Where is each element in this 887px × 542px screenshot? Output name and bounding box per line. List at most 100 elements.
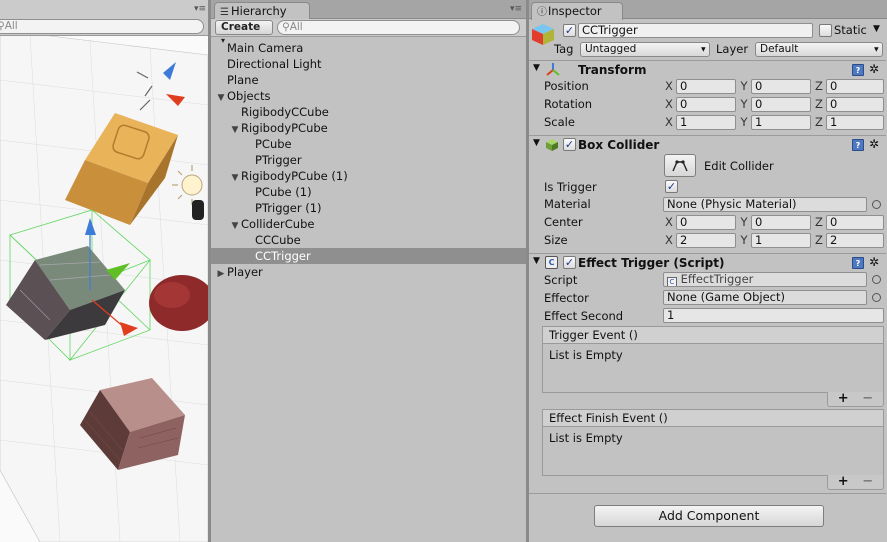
create-button[interactable]: Create ▾ bbox=[215, 20, 273, 45]
finish-event-plus-minus: + − bbox=[827, 475, 884, 490]
add-icon[interactable]: + bbox=[838, 474, 849, 489]
size-y-field[interactable]: 1 bbox=[751, 233, 811, 248]
divider bbox=[529, 493, 886, 494]
scene-view[interactable]: ▾≡ ⚲All bbox=[0, 0, 208, 542]
edit-collider-icon bbox=[672, 160, 688, 172]
add-icon[interactable]: + bbox=[838, 391, 849, 406]
object-picker-icon[interactable] bbox=[872, 275, 881, 284]
hierarchy-item[interactable]: PCube bbox=[211, 136, 526, 152]
foldout-expanded-icon[interactable]: ▼ bbox=[229, 218, 241, 234]
hierarchy-item[interactable]: PTrigger (1) bbox=[211, 200, 526, 216]
hierarchy-item-label: PTrigger bbox=[255, 153, 302, 167]
layer-dropdown[interactable]: Default bbox=[755, 42, 883, 57]
effect-second-label: Effect Second bbox=[544, 309, 624, 323]
scale-x-field[interactable]: 1 bbox=[676, 115, 736, 130]
help-book-icon[interactable]: ? bbox=[852, 64, 864, 76]
hierarchy-item-label: CCTrigger bbox=[255, 249, 311, 263]
foldout-arrow-icon[interactable]: ▼ bbox=[533, 63, 540, 73]
effect-second-field[interactable]: 1 bbox=[663, 308, 884, 323]
hierarchy-item-label: Plane bbox=[227, 73, 259, 87]
foldout-collapsed-icon[interactable]: ▶ bbox=[215, 266, 227, 282]
scene-canvas[interactable] bbox=[0, 0, 208, 542]
object-picker-icon[interactable] bbox=[872, 200, 881, 209]
center-z-field[interactable]: 0 bbox=[826, 215, 884, 230]
foldout-arrow-icon[interactable]: ▼ bbox=[533, 256, 540, 266]
size-z-field[interactable]: 2 bbox=[826, 233, 884, 248]
foldout-expanded-icon[interactable]: ▼ bbox=[229, 122, 241, 138]
hierarchy-item[interactable]: ▼ RigibodyPCube (1) bbox=[211, 168, 526, 184]
help-book-icon[interactable]: ? bbox=[852, 139, 864, 151]
hierarchy-toolbar: Create ▾ ⚲All bbox=[211, 19, 526, 45]
foldout-expanded-icon[interactable]: ▼ bbox=[215, 90, 227, 106]
hierarchy-item[interactable]: RigibodyCCube bbox=[211, 104, 526, 120]
hierarchy-item[interactable]: ▼ Objects bbox=[211, 88, 526, 104]
hierarchy-item[interactable]: ▶ Player bbox=[211, 264, 526, 280]
object-name-field[interactable]: CCTrigger bbox=[578, 23, 813, 38]
transform-icon bbox=[546, 62, 560, 76]
hierarchy-item-label: PTrigger (1) bbox=[255, 201, 322, 215]
object-picker-icon[interactable] bbox=[872, 293, 881, 302]
hierarchy-item[interactable]: Plane bbox=[211, 72, 526, 88]
hierarchy-item[interactable]: Main Camera bbox=[211, 40, 526, 56]
effect-trigger-enabled-checkbox[interactable]: ✓ bbox=[563, 256, 576, 269]
center-y-field[interactable]: 0 bbox=[751, 215, 811, 230]
trigger-event-title: Trigger Event () bbox=[543, 327, 883, 344]
box-collider-header[interactable]: ▼ ✓ Box Collider ? ✲ bbox=[529, 137, 886, 155]
foldout-arrow-icon[interactable]: ▼ bbox=[533, 138, 540, 148]
foldout-expanded-icon[interactable]: ▼ bbox=[229, 170, 241, 186]
scale-z-field[interactable]: 1 bbox=[826, 115, 884, 130]
static-checkbox[interactable] bbox=[819, 24, 832, 37]
remove-icon[interactable]: − bbox=[862, 474, 873, 489]
trigger-event-plus-minus: + − bbox=[827, 392, 884, 407]
trigger-event-list: Trigger Event () List is Empty bbox=[542, 326, 884, 393]
remove-icon[interactable]: − bbox=[862, 391, 873, 406]
hierarchy-item[interactable]: PTrigger bbox=[211, 152, 526, 168]
tab-inspector[interactable]: ⓘInspector bbox=[531, 2, 623, 20]
static-dropdown-icon[interactable]: ▼ bbox=[873, 24, 880, 34]
add-component-button[interactable]: Add Component bbox=[594, 505, 824, 527]
gear-icon[interactable]: ✲ bbox=[868, 138, 880, 150]
effect-trigger-header[interactable]: ▼ C ✓ Effect Trigger (Script) ? ✲ bbox=[529, 255, 886, 273]
tag-dropdown[interactable]: Untagged bbox=[580, 42, 710, 57]
is-trigger-checkbox[interactable]: ✓ bbox=[665, 180, 678, 193]
transform-header[interactable]: ▼ Transform ? ✲ bbox=[529, 62, 886, 80]
y-axis-label: Y bbox=[740, 233, 748, 247]
effector-field[interactable]: None (Game Object) bbox=[663, 290, 867, 305]
gear-icon[interactable]: ✲ bbox=[868, 256, 880, 268]
rotation-y-field[interactable]: 0 bbox=[751, 97, 811, 112]
hierarchy-item[interactable]: ▼ ColliderCube bbox=[211, 216, 526, 232]
box-collider-enabled-checkbox[interactable]: ✓ bbox=[563, 138, 576, 151]
directional-light-icon[interactable] bbox=[181, 174, 203, 196]
hierarchy-item[interactable]: ▼ RigibodyPCube bbox=[211, 120, 526, 136]
hierarchy-item[interactable]: CCTrigger bbox=[211, 248, 526, 264]
hierarchy-tree: Main Camera Directional Light Plane ▼ Object… bbox=[211, 40, 526, 280]
hierarchy-search-input[interactable]: ⚲All bbox=[277, 20, 520, 35]
menu-icon[interactable]: ▾≡ bbox=[510, 4, 522, 14]
scale-y-field[interactable]: 1 bbox=[751, 115, 811, 130]
position-y-field[interactable]: 0 bbox=[751, 79, 811, 94]
size-x-field[interactable]: 2 bbox=[676, 233, 736, 248]
hierarchy-item[interactable]: PCube (1) bbox=[211, 184, 526, 200]
material-field[interactable]: None (Physic Material) bbox=[663, 197, 867, 212]
rotation-x-field[interactable]: 0 bbox=[676, 97, 736, 112]
position-x-field[interactable]: 0 bbox=[676, 79, 736, 94]
tab-hierarchy[interactable]: ☰ Hierarchy bbox=[214, 2, 310, 20]
center-x-field[interactable]: 0 bbox=[676, 215, 736, 230]
hierarchy-item[interactable]: Directional Light bbox=[211, 56, 526, 72]
hierarchy-item[interactable]: CCCube bbox=[211, 232, 526, 248]
edit-collider-button[interactable] bbox=[664, 154, 696, 177]
active-checkbox[interactable]: ✓ bbox=[563, 24, 576, 37]
z-axis-label: Z bbox=[815, 79, 823, 93]
rotation-row: Rotation X 0 Y 0 Z 0 bbox=[529, 97, 887, 113]
finish-event-title: Effect Finish Event () bbox=[543, 410, 883, 427]
gear-icon[interactable]: ✲ bbox=[868, 63, 880, 75]
y-axis-label: Y bbox=[740, 115, 748, 129]
script-field[interactable]: C EffectTrigger bbox=[663, 272, 867, 287]
menu-icon[interactable]: ▾≡ bbox=[194, 4, 206, 14]
scene-search-input[interactable]: ⚲All bbox=[0, 19, 204, 34]
rotation-z-field[interactable]: 0 bbox=[826, 97, 884, 112]
script-icon: C bbox=[545, 256, 558, 269]
position-z-field[interactable]: 0 bbox=[826, 79, 884, 94]
help-book-icon[interactable]: ? bbox=[852, 257, 864, 269]
center-label: Center bbox=[544, 215, 583, 229]
